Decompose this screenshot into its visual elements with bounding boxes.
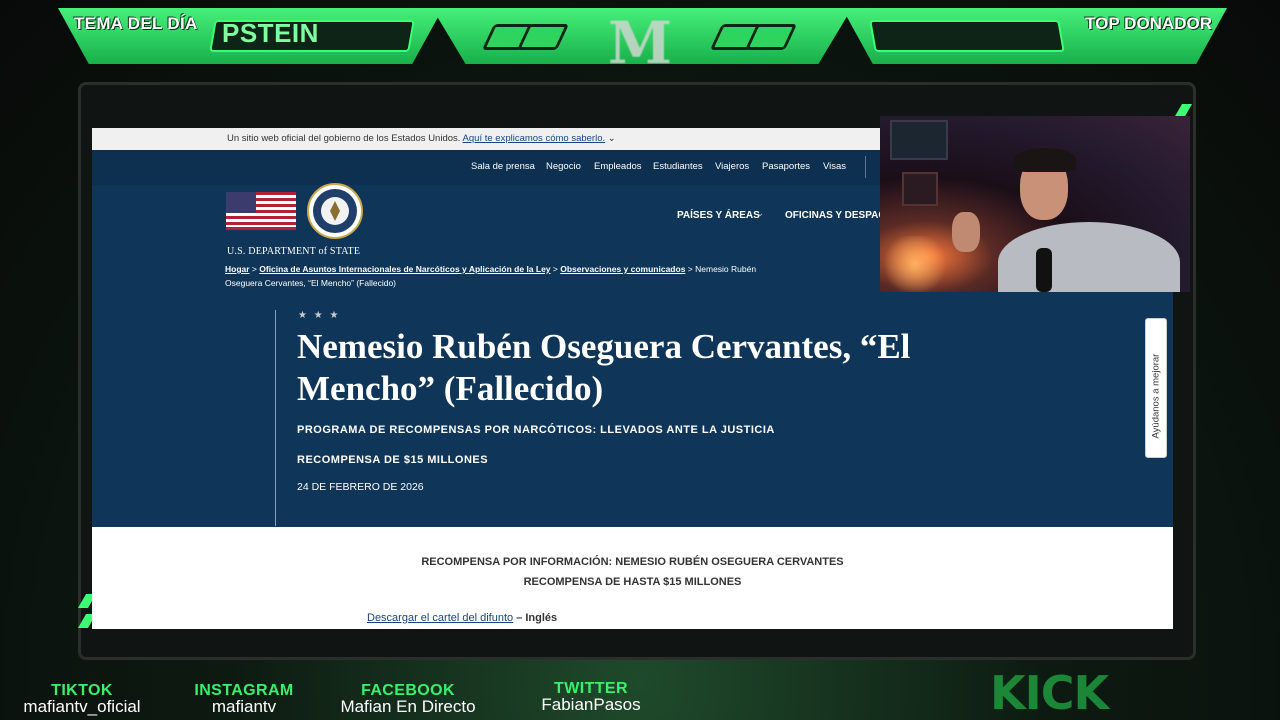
- stream-overlay: TEMA DEL DÍA PSTEIN M TOP DONADOR Un sit…: [0, 0, 1280, 720]
- feedback-tab[interactable]: Ayúdanos a mejorar ✎: [1145, 318, 1167, 458]
- social-instagram: INSTAGRAM mafiantv: [184, 682, 304, 717]
- program-label: PROGRAMA DE RECOMPENSAS POR NARCÓTICOS: …: [297, 424, 775, 436]
- donor-label: TOP DONADOR: [1085, 14, 1212, 33]
- publish-date: 24 DE FEBRERO DE 2026: [297, 481, 424, 493]
- shelf-frame: [890, 120, 948, 160]
- download-language: – Inglés: [516, 612, 558, 624]
- nav-empleados[interactable]: Empleados: [594, 161, 642, 172]
- breadcrumb-home[interactable]: Hogar: [225, 264, 250, 274]
- gov-banner-text: Un sitio web oficial del gobierno de los…: [227, 133, 461, 144]
- wall-poster: [902, 172, 938, 206]
- lamp-glow: [880, 236, 950, 292]
- social-facebook: FACEBOOK Mafian En Directo: [322, 682, 494, 717]
- social-tiktok: TIKTOK mafiantv_oficial: [14, 682, 150, 717]
- streamer-hand: [952, 212, 980, 252]
- gov-banner-link[interactable]: Aquí te explicamos cómo saberlo.: [463, 133, 606, 144]
- download-poster-link[interactable]: Descargar el cartel del difunto: [367, 612, 513, 624]
- streamer-body: [998, 222, 1180, 292]
- feedback-label: Ayúdanos a mejorar: [1150, 353, 1162, 439]
- nav-visas[interactable]: Visas: [823, 161, 846, 172]
- topic-text: PSTEIN: [222, 18, 319, 48]
- chevron-down-icon[interactable]: ⌄: [608, 133, 616, 144]
- stars-decoration: ★ ★ ★: [298, 310, 341, 321]
- streamer-hair: [1014, 148, 1076, 172]
- breadcrumb-section[interactable]: Observaciones y comunicados: [560, 264, 685, 274]
- state-seal-icon: [307, 183, 363, 239]
- reward-info-heading: RECOMPENSA POR INFORMACIÓN: NEMESIO RUBÉ…: [421, 556, 844, 568]
- microphone: [1036, 248, 1052, 292]
- nav-viajeros[interactable]: Viajeros: [715, 161, 749, 172]
- social-handle: mafiantv_oficial: [23, 697, 141, 716]
- nav-estudiantes[interactable]: Estudiantes: [653, 161, 703, 172]
- title-rule: [275, 310, 276, 526]
- nav-paises-y-areas[interactable]: PAÍSES Y ÁREAS: [677, 210, 760, 221]
- download-row: Descargar el cartel del difunto – Inglés: [367, 612, 557, 624]
- reward-amount-heading: RECOMPENSA DE HASTA $15 MILLONES: [523, 576, 742, 588]
- reward-label: RECOMPENSA DE $15 MILLONES: [297, 454, 489, 466]
- page-title: Nemesio Rubén Oseguera Cervantes, “El Me…: [297, 327, 911, 408]
- nav-sala-de-prensa[interactable]: Sala de prensa: [471, 161, 535, 172]
- breadcrumb-office[interactable]: Oficina de Asuntos Internacionales de Na…: [259, 264, 550, 274]
- donor-box: [869, 20, 1065, 52]
- chevron-down-icon[interactable]: ⌄: [756, 208, 764, 219]
- nav-oficinas[interactable]: OFICINAS Y DESPAC: [785, 210, 886, 221]
- nav-divider: [865, 156, 866, 178]
- nav-negocio[interactable]: Negocio: [546, 161, 581, 172]
- us-flag-icon: [226, 192, 296, 230]
- social-twitter: TWITTER FabianPasos: [524, 680, 658, 715]
- breadcrumb: Hogar > Oficina de Asuntos Internacional…: [225, 264, 757, 288]
- webcam-feed: [880, 116, 1190, 292]
- social-handle: FabianPasos: [541, 695, 641, 714]
- social-handle: mafiantv: [211, 697, 277, 716]
- channel-logo: M: [607, 9, 673, 77]
- topic-label: TEMA DEL DÍA: [74, 14, 198, 33]
- nav-pasaportes[interactable]: Pasaportes: [762, 161, 810, 172]
- kick-logo: KICK: [990, 666, 1109, 720]
- social-handle: Mafian En Directo: [340, 697, 476, 716]
- department-wordmark[interactable]: U.S. DEPARTMENT of STATE: [227, 246, 360, 257]
